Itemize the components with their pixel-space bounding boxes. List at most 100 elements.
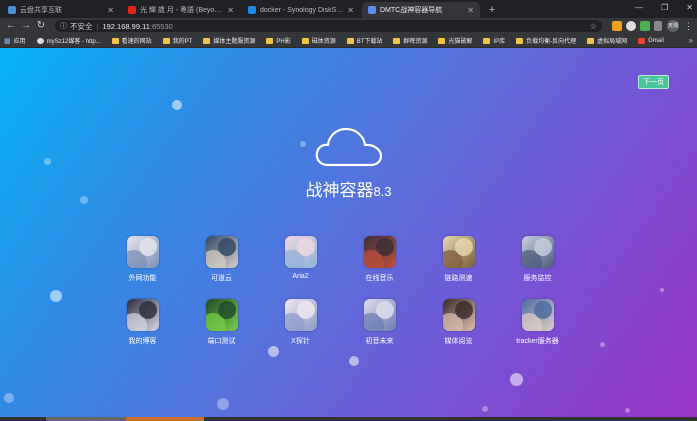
tab-close-icon[interactable]: ✕ — [467, 6, 474, 15]
bookmark-list: ▦ 应用 mySz12媒客 - http... 看速的网站 我的PT 媒体主题服资源 PH影… — [4, 36, 675, 45]
tab-list: 云盘共享互联 ✕ 光 輝 歲 月 - 粵語 (Beyond) ✕ docker - Sy… — [0, 2, 480, 18]
app-tile[interactable]: 初音未来 — [340, 299, 419, 346]
profile-avatar[interactable]: 天翊 — [667, 20, 679, 32]
tab-strip: 云盘共享互联 ✕ 光 輝 歲 月 - 粵語 (Beyond) ✕ docker - Sy… — [0, 0, 697, 18]
app-tile[interactable]: 我的博客 — [103, 299, 182, 346]
bookmark-label: 应用 — [13, 39, 26, 45]
decorative-bubble — [660, 288, 664, 292]
browser-tab[interactable]: docker - Synology DiskStation✕ — [242, 2, 360, 18]
bookmark-item[interactable]: mySz12媒客 - http... — [36, 36, 101, 45]
tab-title: 云盘共享互联 — [20, 7, 62, 14]
bookmark-label: 媒体主题服资源 — [213, 39, 256, 45]
bookmark-item[interactable]: BT下载站 — [346, 36, 382, 45]
cloud-extension-icon[interactable] — [626, 21, 636, 31]
bookmark-label: 虚拟局域网 — [597, 39, 628, 45]
maximize-icon[interactable]: ❐ — [661, 3, 668, 12]
app-thumbnail-icon[interactable] — [205, 299, 238, 331]
app-tile[interactable]: 服务监控 — [498, 236, 577, 283]
app-label: Aria2 — [292, 273, 309, 280]
info-icon[interactable]: ⓘ — [60, 21, 67, 31]
url-separator: | — [96, 21, 99, 31]
app-tile[interactable]: 外网功能 — [103, 236, 182, 283]
app-tile[interactable]: 媒体阅览 — [419, 299, 498, 346]
decorative-bubble — [300, 141, 306, 147]
bookmark-item[interactable]: 负载均衡-反向代理 — [516, 36, 576, 45]
app-thumbnail-icon[interactable] — [521, 299, 554, 331]
app-tile[interactable]: 在线音乐 — [340, 236, 419, 283]
bookmark-label: 光猫破解 — [448, 39, 473, 45]
bookmarks-overflow-icon[interactable]: » — [689, 36, 693, 45]
browser-tab[interactable]: DMTC战神容器导航 ✕ — [362, 2, 480, 18]
tab-favicon-icon — [128, 6, 136, 14]
bookmark-label: 群晖资源 — [403, 39, 428, 45]
app-thumbnail-icon[interactable] — [126, 299, 159, 331]
reload-icon[interactable]: ↻ — [34, 19, 48, 33]
decorative-bubble — [50, 290, 62, 302]
back-icon[interactable]: ← — [4, 19, 18, 33]
bookmark-star-icon[interactable]: ☆ — [590, 22, 597, 31]
bookmark-label: 看速的网站 — [121, 39, 152, 45]
green-extension-icon[interactable] — [640, 21, 650, 31]
folder-icon — [162, 37, 170, 44]
bookmark-label: IP库 — [493, 39, 506, 45]
address-bar[interactable]: ⓘ 不安全 | 192.168.99.11 :65530 ☆ — [55, 20, 602, 32]
app-label: tracker服务器 — [516, 338, 559, 345]
bookmark-item[interactable]: Gmail — [638, 37, 664, 44]
tab-close-icon[interactable]: ✕ — [347, 6, 354, 15]
bookmark-item[interactable]: 我的PT — [162, 36, 192, 45]
folder-icon — [346, 37, 354, 44]
app-label: 端口测试 — [207, 338, 236, 345]
app-tile[interactable]: X探针 — [261, 299, 340, 346]
page-bottom-strip — [0, 417, 697, 421]
tab-close-icon[interactable]: ✕ — [107, 6, 114, 15]
bookmark-label: 负载均衡-反向代理 — [526, 39, 577, 45]
url-host: 192.168.99.11 — [102, 21, 150, 31]
browser-tab[interactable]: 光 輝 歲 月 - 粵語 (Beyond) ✕ — [122, 2, 240, 18]
app-tile[interactable]: 可道云 — [182, 236, 261, 283]
tab-favicon-icon — [8, 6, 16, 14]
decorative-bubble — [44, 158, 51, 165]
bookmark-item[interactable]: 媒体主题服资源 — [203, 36, 255, 45]
bookmark-item[interactable]: PH影 — [266, 36, 291, 45]
bookmark-item[interactable]: 群晖资源 — [393, 36, 427, 45]
bookmark-item[interactable]: 磁体资源 — [301, 36, 336, 45]
app-thumbnail-icon[interactable] — [363, 236, 396, 268]
folder-icon — [393, 37, 401, 44]
app-thumbnail-icon[interactable] — [284, 236, 317, 268]
extension-icon[interactable] — [612, 21, 622, 31]
app-thumbnail-icon[interactable] — [126, 236, 159, 268]
app-tile[interactable]: Aria2 — [261, 236, 340, 283]
close-window-icon[interactable]: ✕ — [686, 3, 693, 12]
decorative-bubble — [217, 398, 229, 410]
app-thumbnail-icon[interactable] — [363, 299, 396, 331]
app-tile[interactable]: tracker服务器 — [498, 299, 577, 346]
app-thumbnail-icon[interactable] — [442, 236, 475, 268]
app-tile[interactable]: 端口测试 — [182, 299, 261, 346]
app-thumbnail-icon[interactable] — [284, 299, 317, 331]
forward-icon[interactable]: → — [19, 19, 33, 33]
next-page-button[interactable]: 下一页 — [638, 75, 669, 89]
bookmark-item[interactable]: 光猫破解 — [438, 36, 472, 45]
reading-list-icon[interactable] — [654, 21, 662, 31]
bookmarks-bar: ▦ 应用 mySz12媒客 - http... 看速的网站 我的PT 媒体主题服资源 PH影… — [0, 34, 697, 48]
app-label: 服务监控 — [523, 275, 552, 282]
bookmark-item[interactable]: IP库 — [483, 36, 505, 45]
new-tab-button[interactable]: + — [484, 2, 500, 18]
minimize-icon[interactable]: — — [635, 3, 643, 12]
browser-tab[interactable]: 云盘共享互联 ✕ — [2, 2, 120, 18]
app-thumbnail-icon[interactable] — [442, 299, 475, 331]
decorative-bubble — [510, 373, 523, 386]
app-thumbnail-icon[interactable] — [205, 236, 238, 268]
app-label: 链路测速 — [444, 275, 473, 282]
bookmark-label: Gmail — [648, 37, 664, 44]
decorative-bubble — [482, 406, 488, 412]
folder-icon — [516, 37, 524, 44]
tab-close-icon[interactable]: ✕ — [227, 6, 234, 15]
app-tile[interactable]: 链路测速 — [419, 236, 498, 283]
browser-menu-icon[interactable]: ⋮ — [684, 21, 693, 32]
app-thumbnail-icon[interactable] — [521, 236, 554, 268]
bookmark-item[interactable]: ▦ 应用 — [4, 36, 26, 46]
apps-icon: ▦ — [4, 37, 11, 45]
bookmark-item[interactable]: 看速的网站 — [111, 36, 152, 45]
bookmark-item[interactable]: 虚拟局域网 — [587, 36, 627, 45]
